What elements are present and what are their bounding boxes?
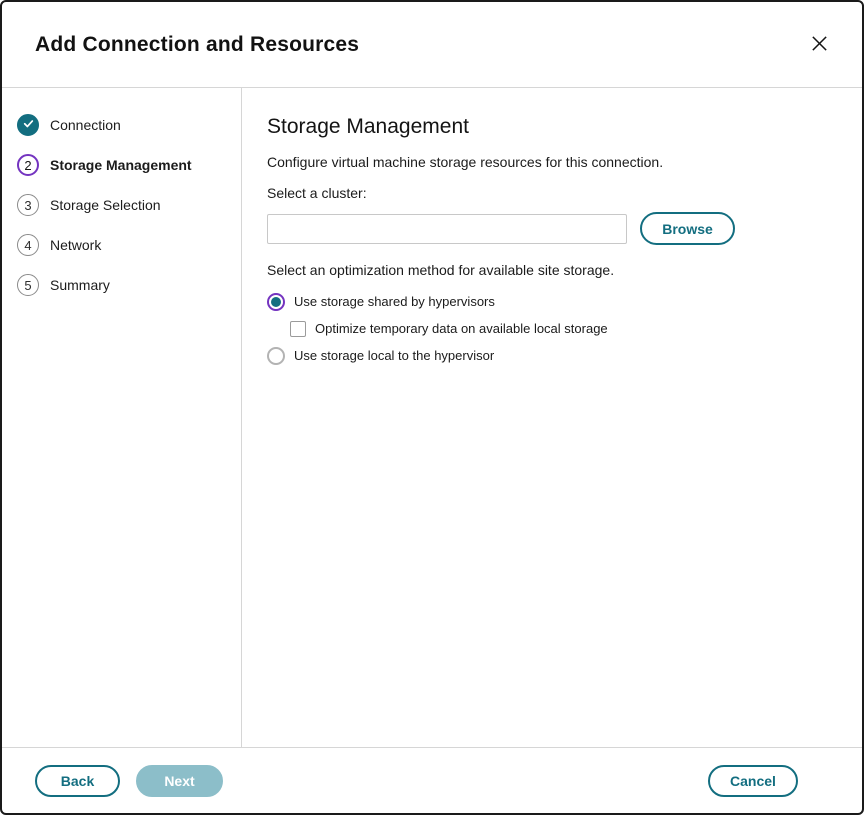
- checkbox-label: Optimize temporary data on available loc…: [315, 321, 608, 336]
- dialog-footer: Back Next Cancel: [2, 747, 862, 813]
- step-storage-selection[interactable]: 3 Storage Selection: [2, 185, 241, 225]
- radio-label: Use storage local to the hypervisor: [294, 348, 494, 363]
- step-number-marker: 5: [17, 274, 39, 296]
- page-description: Configure virtual machine storage resour…: [267, 154, 822, 170]
- storage-management-panel: Storage Management Configure virtual mac…: [242, 88, 862, 747]
- browse-button[interactable]: Browse: [640, 212, 735, 245]
- option-row: Use storage shared by hypervisors: [267, 288, 822, 315]
- dialog-header: Add Connection and Resources: [2, 2, 862, 88]
- step-summary[interactable]: 5 Summary: [2, 265, 241, 305]
- radio-storage-shared[interactable]: [267, 293, 285, 311]
- wizard-steps-sidebar: Connection 2 Storage Management 3 Storag…: [2, 88, 242, 747]
- back-button[interactable]: Back: [35, 765, 120, 797]
- step-network[interactable]: 4 Network: [2, 225, 241, 265]
- cancel-button[interactable]: Cancel: [708, 765, 798, 797]
- step-label: Connection: [50, 117, 121, 133]
- step-connection[interactable]: Connection: [2, 105, 241, 145]
- check-icon: [22, 117, 35, 133]
- close-button[interactable]: [804, 30, 834, 60]
- step-number-marker: 4: [17, 234, 39, 256]
- step-number: 2: [24, 158, 31, 173]
- step-number: 4: [24, 238, 31, 253]
- radio-storage-local[interactable]: [267, 347, 285, 365]
- cluster-field-label: Select a cluster:: [267, 185, 822, 201]
- step-number: 3: [24, 198, 31, 213]
- radio-label: Use storage shared by hypervisors: [294, 294, 495, 309]
- radio-dot: [271, 297, 281, 307]
- step-complete-marker: [17, 114, 39, 136]
- cluster-input[interactable]: [267, 214, 627, 244]
- add-connection-dialog: Add Connection and Resources Conn: [0, 0, 864, 815]
- step-label: Network: [50, 237, 101, 253]
- close-icon: [810, 34, 829, 56]
- step-number-marker: 3: [17, 194, 39, 216]
- step-number-marker: 2: [17, 154, 39, 176]
- dialog-title: Add Connection and Resources: [35, 33, 359, 57]
- step-label: Storage Management: [50, 157, 192, 173]
- checkbox-optimize-temp-data[interactable]: [290, 321, 306, 337]
- step-number: 5: [24, 278, 31, 293]
- optimization-section-label: Select an optimization method for availa…: [267, 262, 822, 278]
- step-label: Storage Selection: [50, 197, 161, 213]
- step-storage-management[interactable]: 2 Storage Management: [2, 145, 241, 185]
- page-title: Storage Management: [267, 115, 822, 139]
- step-label: Summary: [50, 277, 110, 293]
- option-row: Optimize temporary data on available loc…: [267, 315, 822, 342]
- option-row: Use storage local to the hypervisor: [267, 342, 822, 369]
- next-button[interactable]: Next: [136, 765, 223, 797]
